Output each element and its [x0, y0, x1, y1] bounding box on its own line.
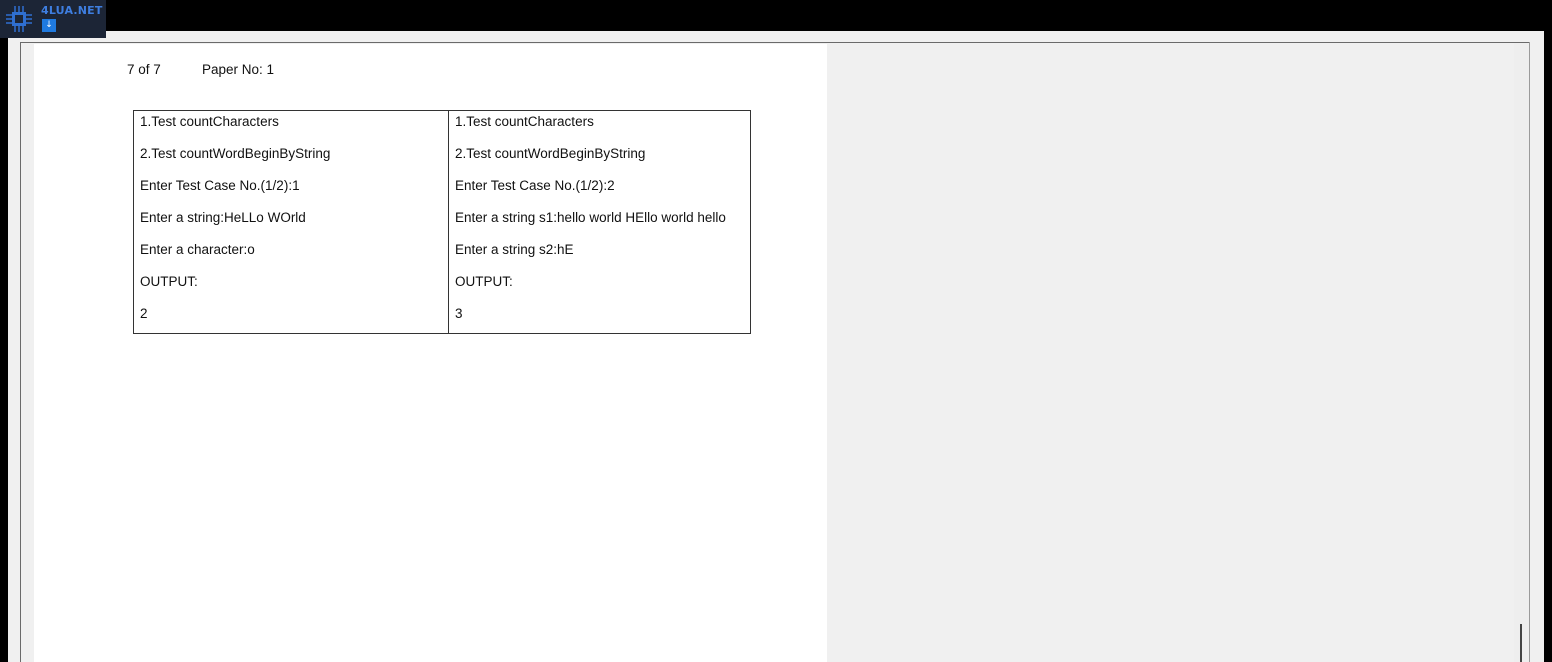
menu-option-2: 2.Test countWordBeginByString: [140, 146, 331, 161]
scrollbar-thumb[interactable]: [1520, 624, 1522, 662]
paper-number: Paper No: 1: [202, 62, 275, 77]
left-edge: [0, 31, 8, 662]
menu-option-1: 1.Test countCharacters: [140, 114, 279, 129]
page-counter: 7 of 7: [127, 62, 161, 77]
test-case-2-cell: 1.Test countCharacters 2.Test countWordB…: [449, 111, 750, 333]
test-case-table: 1.Test countCharacters 2.Test countWordB…: [133, 110, 751, 334]
test-case-prompt: Enter Test Case No.(1/2):1: [140, 178, 300, 193]
menu-option-2: 2.Test countWordBeginByString: [455, 146, 646, 161]
viewer-frame-left: [20, 42, 21, 662]
character-input-prompt: Enter a character:o: [140, 242, 255, 257]
logo-text: 4LUA.NET: [41, 4, 103, 17]
viewer-frame-right: [1529, 42, 1530, 662]
string-s1-input-prompt: Enter a string s1:hello world HEllo worl…: [455, 210, 726, 225]
output-label: OUTPUT:: [455, 274, 513, 289]
download-badge-icon: ↓: [42, 19, 56, 32]
top-bar: [0, 0, 1552, 31]
menu-option-1: 1.Test countCharacters: [455, 114, 594, 129]
output-value: 3: [455, 306, 463, 321]
test-case-prompt: Enter Test Case No.(1/2):2: [455, 178, 615, 193]
string-input-prompt: Enter a string:HeLLo WOrld: [140, 210, 306, 225]
chip-icon: [6, 6, 32, 32]
site-logo: 4LUA.NET ↓: [0, 0, 106, 38]
vertical-scrollbar[interactable]: [1514, 43, 1529, 662]
output-label: OUTPUT:: [140, 274, 198, 289]
output-value: 2: [140, 306, 148, 321]
string-s2-input-prompt: Enter a string s2:hE: [455, 242, 574, 257]
right-edge: [1544, 31, 1552, 662]
document-page: 7 of 7 Paper No: 1 1.Test countCharacter…: [34, 44, 827, 662]
test-case-1-cell: 1.Test countCharacters 2.Test countWordB…: [134, 111, 449, 333]
viewer-frame-top: [20, 42, 1530, 43]
